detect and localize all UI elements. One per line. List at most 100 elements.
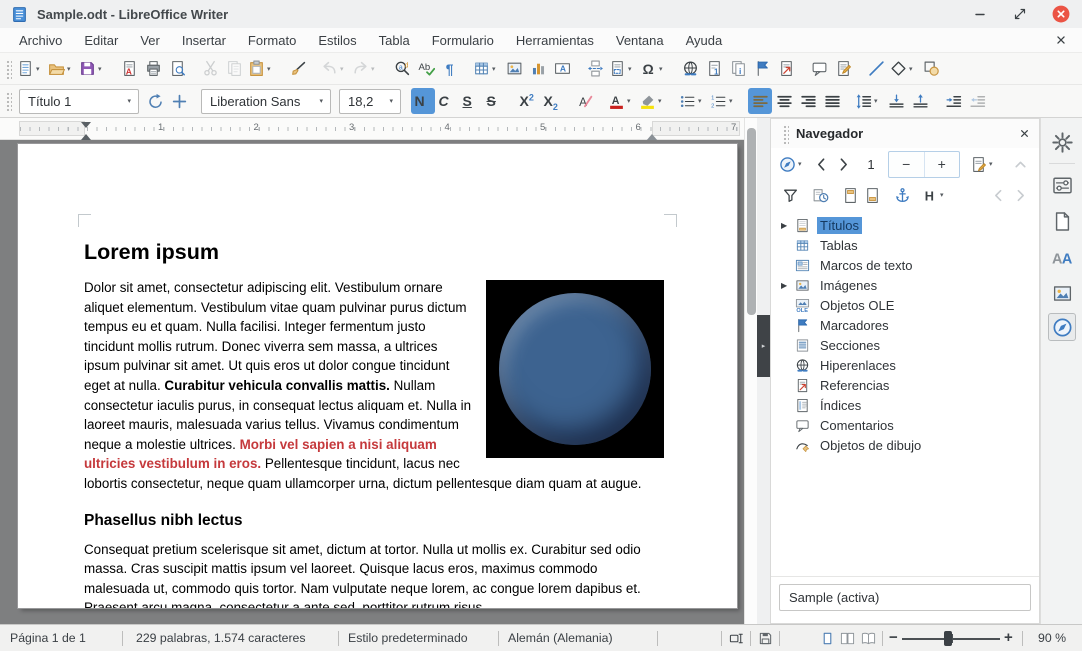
header-button[interactable] (839, 182, 861, 208)
insert-line-button[interactable] (864, 56, 888, 82)
close-navigator-icon[interactable] (1018, 127, 1031, 140)
subscript-button[interactable]: X2 (540, 88, 564, 114)
menu-archivo[interactable]: Archivo (8, 33, 73, 48)
insert-special-character-dropdown-arrow[interactable] (659, 65, 667, 73)
menu-ventana[interactable]: Ventana (605, 33, 675, 48)
multi-page-view-icon[interactable] (840, 631, 855, 646)
previous-button[interactable] (810, 151, 832, 177)
line-spacing-button[interactable] (853, 88, 884, 114)
unordered-list-dropdown-arrow[interactable] (698, 97, 706, 105)
spelling-button[interactable]: Ab (414, 56, 438, 82)
print-preview-button[interactable] (165, 56, 189, 82)
basic-shapes-dropdown-arrow[interactable] (909, 65, 917, 73)
zoom-level-status[interactable]: 90 % (1038, 631, 1066, 645)
anchor-text-button[interactable] (891, 182, 913, 208)
show-draw-functions-button[interactable] (919, 56, 943, 82)
footer-button[interactable] (861, 182, 883, 208)
formatting-marks-button[interactable]: ¶ (438, 56, 462, 82)
document-saved-icon[interactable] (758, 631, 773, 646)
update-style-button[interactable] (143, 88, 167, 114)
nav-item-referencias[interactable]: Referencias (771, 375, 1039, 395)
nav-item-marcos-de-texto[interactable]: Marcos de texto (771, 255, 1039, 275)
page-count-status[interactable]: Página 1 de 1 (10, 631, 86, 645)
font-name-combo[interactable]: Liberation Sans (201, 89, 331, 114)
insert-text-box-button[interactable]: A (550, 56, 574, 82)
save-dropdown-arrow[interactable] (98, 65, 106, 73)
zoom-slider-thumb[interactable] (944, 631, 952, 646)
export-pdf-button[interactable]: A (117, 56, 141, 82)
next-button[interactable] (832, 151, 854, 177)
align-right-button[interactable] (796, 88, 820, 114)
insert-chart-button[interactable] (526, 56, 550, 82)
font-color-button[interactable]: A (606, 88, 637, 114)
paragraph-style-combo[interactable]: Título 1 (19, 89, 139, 114)
restore-button[interactable] (1012, 6, 1028, 22)
navigate-by-dropdown[interactable] (798, 160, 806, 168)
superscript-button[interactable]: X2 (516, 88, 540, 114)
navigate-by-button[interactable] (779, 151, 806, 177)
redo-dropdown-arrow[interactable] (371, 65, 379, 73)
single-page-view-icon[interactable] (820, 631, 835, 646)
menu-estilos[interactable]: Estilos (307, 33, 367, 48)
update-button[interactable] (809, 182, 831, 208)
basic-shapes-button[interactable] (888, 56, 919, 82)
heading-levels-dropdown[interactable] (940, 191, 948, 199)
page-style-status[interactable]: Estilo predeterminado (348, 631, 468, 645)
new-document-button[interactable] (15, 56, 46, 82)
strikethrough-button[interactable]: S (483, 88, 507, 114)
word-count-status[interactable]: 229 palabras, 1.574 caracteres (136, 631, 306, 645)
clear-formatting-button[interactable]: A (573, 88, 597, 114)
minimize-button[interactable] (972, 6, 988, 22)
indent-marker-bottom[interactable] (81, 129, 91, 140)
heading-levels-button[interactable]: H (921, 182, 948, 208)
menu-insertar[interactable]: Insertar (171, 33, 237, 48)
zoom-in-button[interactable]: + (1004, 629, 1013, 646)
ordered-list-button[interactable]: 12 (708, 88, 739, 114)
sidebar-settings-button[interactable] (1048, 128, 1076, 156)
nav-item-secciones[interactable]: Secciones (771, 335, 1039, 355)
page-decrement-button[interactable] (889, 152, 925, 177)
indent-increase-button[interactable] (941, 88, 965, 114)
bold-button[interactable]: N (411, 88, 435, 114)
unordered-list-button[interactable] (677, 88, 708, 114)
find-and-replace-button[interactable]: ad (390, 56, 414, 82)
nav-item-objetos-ole[interactable]: OLEObjetos OLE (771, 295, 1039, 315)
menu-formulario[interactable]: Formulario (421, 33, 505, 48)
track-changes-button[interactable] (831, 56, 855, 82)
horizontal-ruler[interactable]: 1234567 (0, 118, 744, 140)
menu-formato[interactable]: Formato (237, 33, 307, 48)
toolbar-grip[interactable] (5, 59, 12, 79)
nav-item-titulos[interactable]: ▶Títulos (771, 215, 1039, 235)
document-page[interactable]: Lorem ipsum Dolor sit amet, consectetur … (18, 144, 737, 608)
ordered-list-dropdown-arrow[interactable] (729, 97, 737, 105)
open-button[interactable] (46, 56, 77, 82)
insert-mode-icon[interactable] (729, 631, 744, 646)
earth-image[interactable] (486, 280, 664, 458)
menu-editar[interactable]: Editar (73, 33, 129, 48)
open-dropdown-arrow[interactable] (67, 65, 75, 73)
save-button[interactable] (77, 56, 108, 82)
insert-table-button[interactable] (471, 56, 502, 82)
tab-styles[interactable]: AA (1048, 243, 1076, 271)
nav-item-indices[interactable]: Índices (771, 395, 1039, 415)
tab-gallery[interactable] (1048, 279, 1076, 307)
print-button[interactable] (141, 56, 165, 82)
document-canvas[interactable]: Lorem ipsum Dolor sit amet, consectetur … (0, 140, 744, 624)
insert-footnote-button[interactable]: 1 (702, 56, 726, 82)
menu-tabla[interactable]: Tabla (368, 33, 421, 48)
tab-page[interactable] (1048, 207, 1076, 235)
insert-special-character-button[interactable]: Ω (638, 56, 669, 82)
insert-hyperlink-button[interactable] (678, 56, 702, 82)
chevron-down-icon[interactable] (382, 97, 400, 105)
para-space-decrease-button[interactable] (908, 88, 932, 114)
nav-item-objetos-de-dibujo[interactable]: Objetos de dibujo (771, 435, 1039, 455)
insert-table-dropdown-arrow[interactable] (492, 65, 500, 73)
insert-field-dropdown-arrow[interactable] (628, 65, 636, 73)
drag-mode-button[interactable] (970, 151, 997, 177)
nav-item-comentarios[interactable]: Comentarios (771, 415, 1039, 435)
panel-grip[interactable] (782, 124, 789, 144)
new-document-dropdown-arrow[interactable] (36, 65, 44, 73)
insert-image-button[interactable] (502, 56, 526, 82)
nav-item-hiperenlaces[interactable]: Hiperenlaces (771, 355, 1039, 375)
justify-button[interactable] (820, 88, 844, 114)
